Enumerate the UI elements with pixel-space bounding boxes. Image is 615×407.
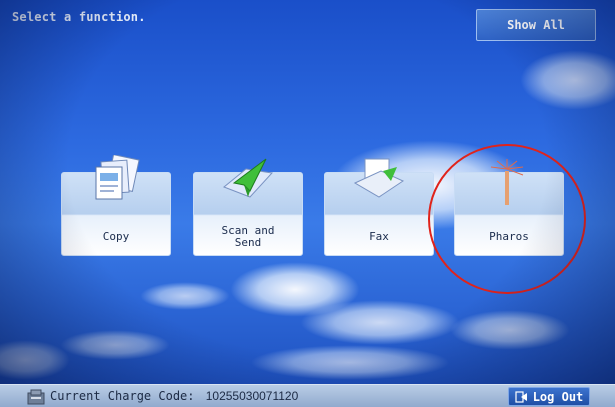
highlight-circle-annotation bbox=[428, 144, 586, 294]
scan-and-send-icon bbox=[223, 158, 274, 198]
charge-code-value: 10255030071120 bbox=[205, 389, 299, 403]
touchscreen: Select a function. Show All Copy Scan an… bbox=[0, 0, 615, 407]
show-all-button[interactable]: Show All bbox=[476, 9, 596, 41]
cloud bbox=[450, 310, 570, 350]
fax-icon bbox=[353, 158, 405, 198]
function-label: Fax bbox=[369, 230, 389, 243]
charge-code-text: Current Charge Code: 10255030071120 bbox=[50, 389, 298, 403]
copy-icon bbox=[95, 155, 140, 200]
log-out-label: Log Out bbox=[532, 389, 584, 404]
function-label: Scan and Send bbox=[221, 224, 275, 249]
cloud bbox=[250, 345, 450, 380]
cloud bbox=[140, 282, 230, 310]
status-bar: Current Charge Code: 10255030071120 Log … bbox=[0, 384, 615, 407]
instruction-text: Select a function. bbox=[12, 10, 146, 24]
cloud bbox=[520, 50, 615, 110]
log-out-button[interactable]: Log Out bbox=[508, 387, 590, 406]
cloud bbox=[300, 300, 460, 345]
counter-icon bbox=[27, 389, 45, 405]
charge-code-label: Current Charge Code: bbox=[50, 389, 195, 403]
function-tile-scan-and-send[interactable]: Scan and Send bbox=[193, 158, 303, 256]
log-out-icon bbox=[515, 390, 527, 403]
function-tile-copy[interactable]: Copy bbox=[61, 155, 171, 256]
cloud bbox=[60, 330, 170, 360]
function-tile-fax[interactable]: Fax bbox=[324, 158, 434, 256]
function-label: Copy bbox=[102, 230, 130, 243]
